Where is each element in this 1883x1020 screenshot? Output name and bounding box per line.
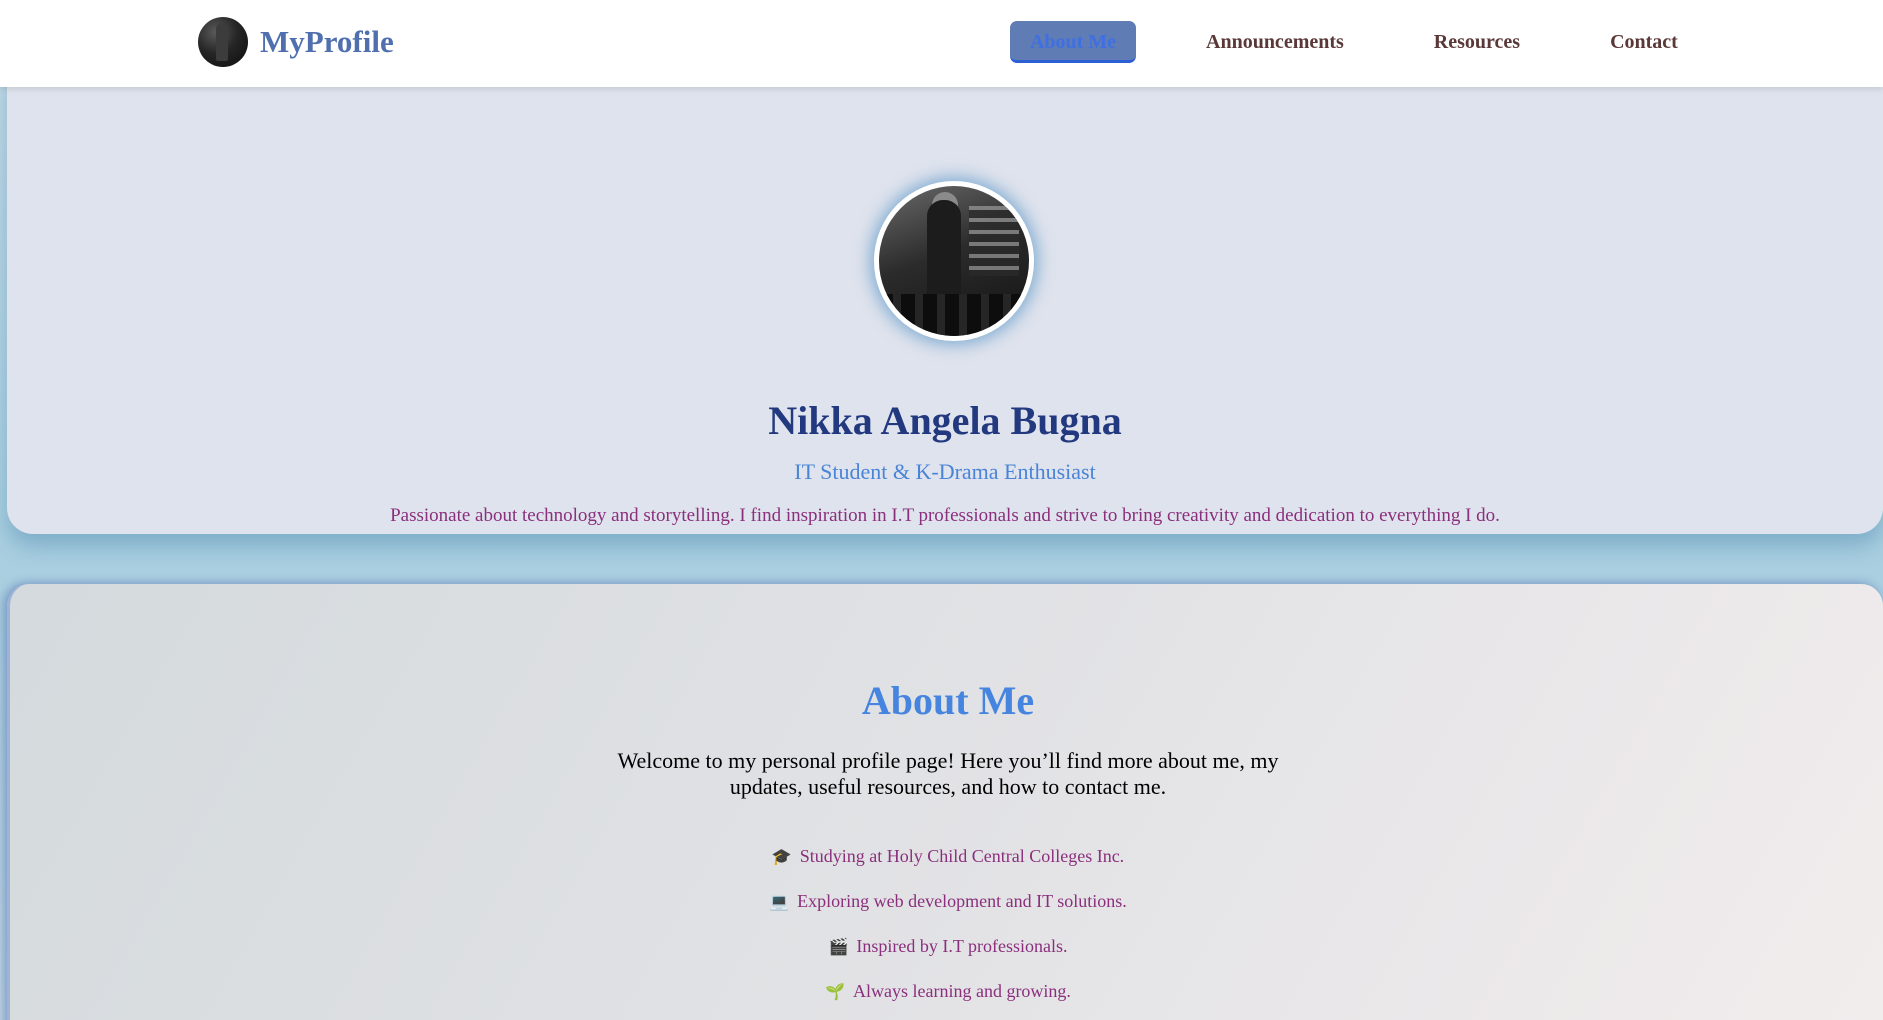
profile-photo [879, 186, 1029, 336]
list-item: 💻 Exploring web development and IT soluti… [10, 879, 1883, 924]
list-item-text: Studying at Holy Child Central Colleges … [799, 846, 1125, 866]
list-item-text: Inspired by I.T professionals. [856, 936, 1068, 956]
nav-about-me[interactable]: About Me [1010, 21, 1136, 63]
brand-name: MyProfile [260, 24, 394, 59]
nav-announcements[interactable]: Announcements [1188, 21, 1362, 63]
about-title: About Me [861, 678, 1035, 723]
profile-tagline: IT Student & K-Drama Enthusiast [794, 459, 1096, 484]
top-navbar: MyProfile About Me Announcements Resourc… [0, 0, 1883, 87]
photo-background [969, 206, 1019, 276]
nav-resources[interactable]: Resources [1416, 21, 1538, 63]
seedling-icon: 🌱 [825, 982, 845, 1001]
avatar-frame [874, 181, 1034, 341]
main-nav: About Me Announcements Resources Contact [1010, 21, 1696, 63]
profile-bio: Passionate about technology and storytel… [390, 505, 1500, 526]
list-item: 🌱 Always learning and growing. [10, 969, 1883, 1014]
list-item: 🎓 Studying at Holy Child Central Colleges… [10, 834, 1883, 879]
laptop-icon: 💻 [769, 892, 790, 911]
clapperboard-icon: 🎬 [828, 937, 849, 956]
graduation-cap-icon: 🎓 [771, 847, 792, 866]
photo-crowd [879, 294, 1029, 336]
hero-card: Nikka Angela Bugna IT Student & K-Drama … [7, 70, 1883, 534]
about-intro: Welcome to my personal profile page! Her… [617, 748, 1279, 799]
list-item-text: Exploring web development and IT solutio… [797, 891, 1127, 911]
about-list: 🎓 Studying at Holy Child Central Colleges… [10, 834, 1883, 1014]
brand[interactable]: MyProfile [198, 17, 394, 67]
list-item: 🎬 Inspired by I.T professionals. [10, 924, 1883, 969]
nav-contact[interactable]: Contact [1592, 21, 1696, 63]
profile-name: Nikka Angela Bugna [768, 398, 1122, 443]
about-section: About Me Welcome to my personal profile … [7, 584, 1883, 1020]
list-item-text: Always learning and growing. [852, 981, 1071, 1001]
profile-photo-icon [198, 17, 248, 67]
